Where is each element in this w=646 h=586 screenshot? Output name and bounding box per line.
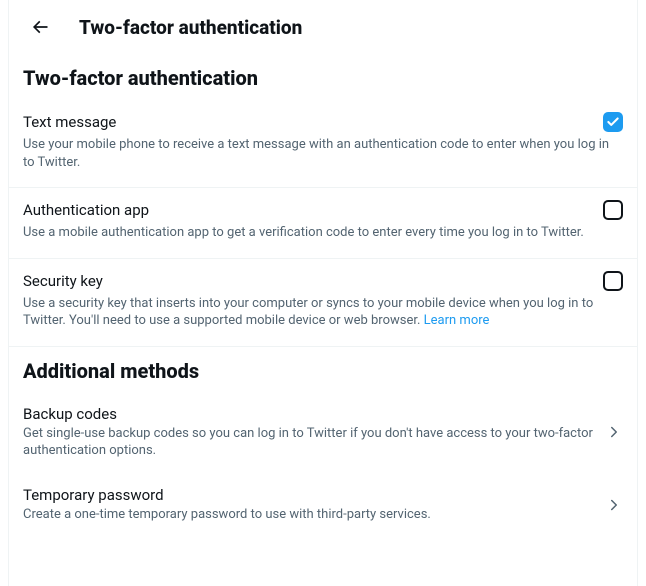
checkbox-security-key[interactable]	[603, 271, 623, 291]
nav-label: Temporary password	[23, 486, 593, 504]
checkbox-text-message[interactable]	[603, 112, 623, 132]
nav-backup-codes[interactable]: Backup codes Get single-use backup codes…	[9, 393, 637, 474]
chevron-right-icon	[605, 423, 623, 441]
nav-description: Get single-use backup codes so you can l…	[23, 425, 593, 460]
chevron-right-icon	[605, 496, 623, 514]
method-security-key: Security key Use a security key that ins…	[9, 259, 637, 347]
arrow-left-icon	[30, 17, 50, 37]
back-button[interactable]	[23, 10, 57, 44]
method-label: Text message	[23, 113, 116, 131]
learn-more-link[interactable]: Learn more	[424, 313, 490, 328]
nav-label: Backup codes	[23, 405, 593, 423]
nav-description: Create a one-time temporary password to …	[23, 506, 593, 524]
method-description-text: Use a security key that inserts into you…	[23, 296, 593, 329]
method-auth-app: Authentication app Use a mobile authenti…	[9, 188, 637, 259]
method-description: Use your mobile phone to receive a text …	[23, 136, 623, 171]
method-label: Authentication app	[23, 201, 149, 219]
check-icon	[606, 115, 620, 129]
method-description: Use a mobile authentication app to get a…	[23, 224, 623, 242]
section-heading-2fa: Two-factor authentication	[9, 54, 637, 100]
section-heading-additional: Additional methods	[9, 347, 637, 393]
settings-panel: Two-factor authentication Two-factor aut…	[8, 0, 638, 586]
method-description: Use a security key that inserts into you…	[23, 295, 623, 330]
method-text-message: Text message Use your mobile phone to re…	[9, 100, 637, 188]
nav-temporary-password[interactable]: Temporary password Create a one-time tem…	[9, 474, 637, 538]
method-label: Security key	[23, 272, 103, 290]
checkbox-auth-app[interactable]	[603, 200, 623, 220]
page-title: Two-factor authentication	[79, 16, 302, 39]
header: Two-factor authentication	[9, 0, 637, 54]
